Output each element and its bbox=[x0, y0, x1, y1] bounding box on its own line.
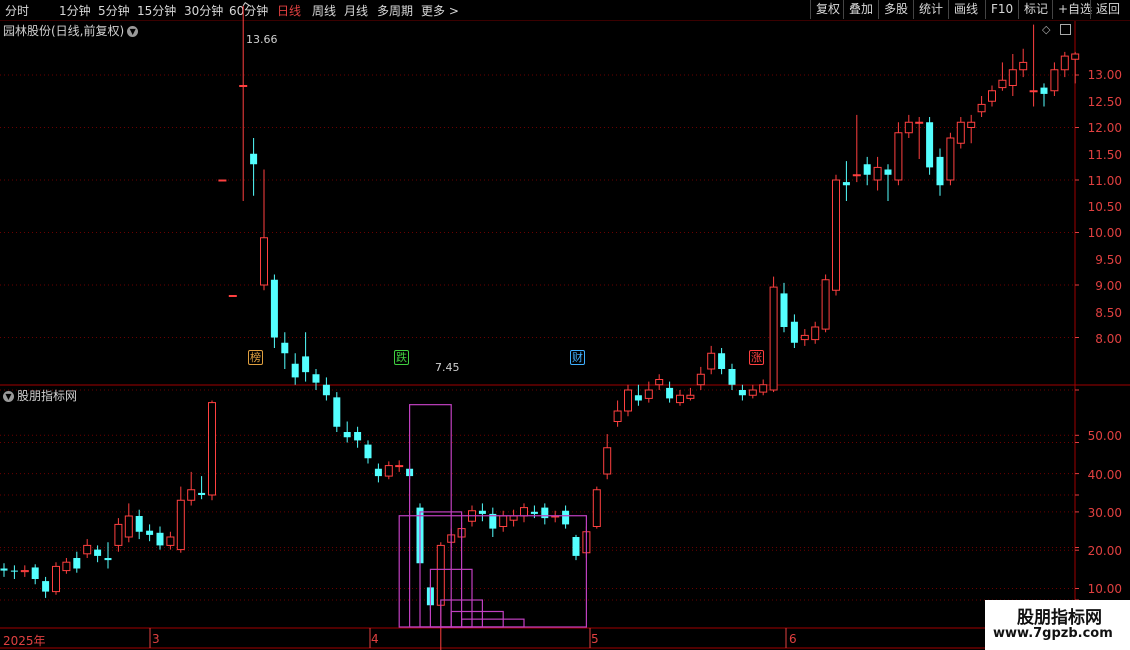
low-price-marker: 7.45 bbox=[435, 361, 460, 374]
price-label: 10.50 bbox=[1087, 200, 1122, 214]
rank-tag[interactable]: 榜 bbox=[248, 350, 263, 365]
watermark-title: 股朋指标网 bbox=[1017, 608, 1102, 628]
finance-tag[interactable]: 财 bbox=[570, 350, 585, 365]
price-label: 12.00 bbox=[1087, 121, 1122, 135]
date-label-year: 2025年 bbox=[3, 634, 46, 648]
stock-title-text: 园林股份(日线,前复权) bbox=[3, 24, 125, 38]
high-price-marker: 13.66 bbox=[246, 33, 278, 46]
price-label: 9.00 bbox=[1095, 279, 1122, 293]
price-label: 8.50 bbox=[1095, 306, 1122, 320]
date-label-month: 6 bbox=[789, 632, 797, 646]
price-label: 12.50 bbox=[1087, 95, 1122, 109]
indicator-label: 10.00 bbox=[1087, 582, 1122, 596]
rise-tag[interactable]: 涨 bbox=[749, 350, 764, 365]
price-label: 10.00 bbox=[1087, 226, 1122, 240]
fall-tag[interactable]: 跌 bbox=[394, 350, 409, 365]
watermark: 股朋指标网 www.7gpzb.com bbox=[985, 600, 1130, 650]
price-label: 11.50 bbox=[1087, 148, 1122, 162]
chevron-down-icon[interactable]: ▼ bbox=[127, 26, 139, 37]
price-panel: 园林股份(日线,前复权) ▼ ◇ bbox=[0, 21, 1130, 385]
diamond-icon[interactable]: ◇ bbox=[1042, 23, 1050, 36]
price-label: 9.50 bbox=[1095, 253, 1122, 267]
date-label-month: 5 bbox=[591, 632, 599, 646]
price-label: 8.00 bbox=[1095, 332, 1122, 346]
panel-layout-icon[interactable] bbox=[1060, 24, 1071, 35]
stock-title: 园林股份(日线,前复权) ▼ bbox=[3, 22, 139, 39]
date-label-month: 3 bbox=[152, 632, 160, 646]
indicator-label: 50.00 bbox=[1087, 429, 1122, 443]
indicator-title: ▼ 股朋指标网 bbox=[3, 387, 77, 404]
price-label: 13.00 bbox=[1087, 68, 1122, 82]
chevron-down-icon[interactable]: ▼ bbox=[3, 391, 14, 402]
date-label-month: 4 bbox=[371, 632, 379, 646]
indicator-label: 40.00 bbox=[1087, 468, 1122, 482]
price-label: 11.00 bbox=[1087, 174, 1122, 188]
indicator-title-text: 股朋指标网 bbox=[17, 389, 78, 403]
high-marker-line bbox=[242, 2, 252, 8]
watermark-url: www.7gpzb.com bbox=[993, 626, 1113, 641]
indicator-label: 30.00 bbox=[1087, 506, 1122, 520]
indicator-panel: ▼ 股朋指标网 bbox=[0, 386, 1130, 630]
indicator-label: 20.00 bbox=[1087, 544, 1122, 558]
